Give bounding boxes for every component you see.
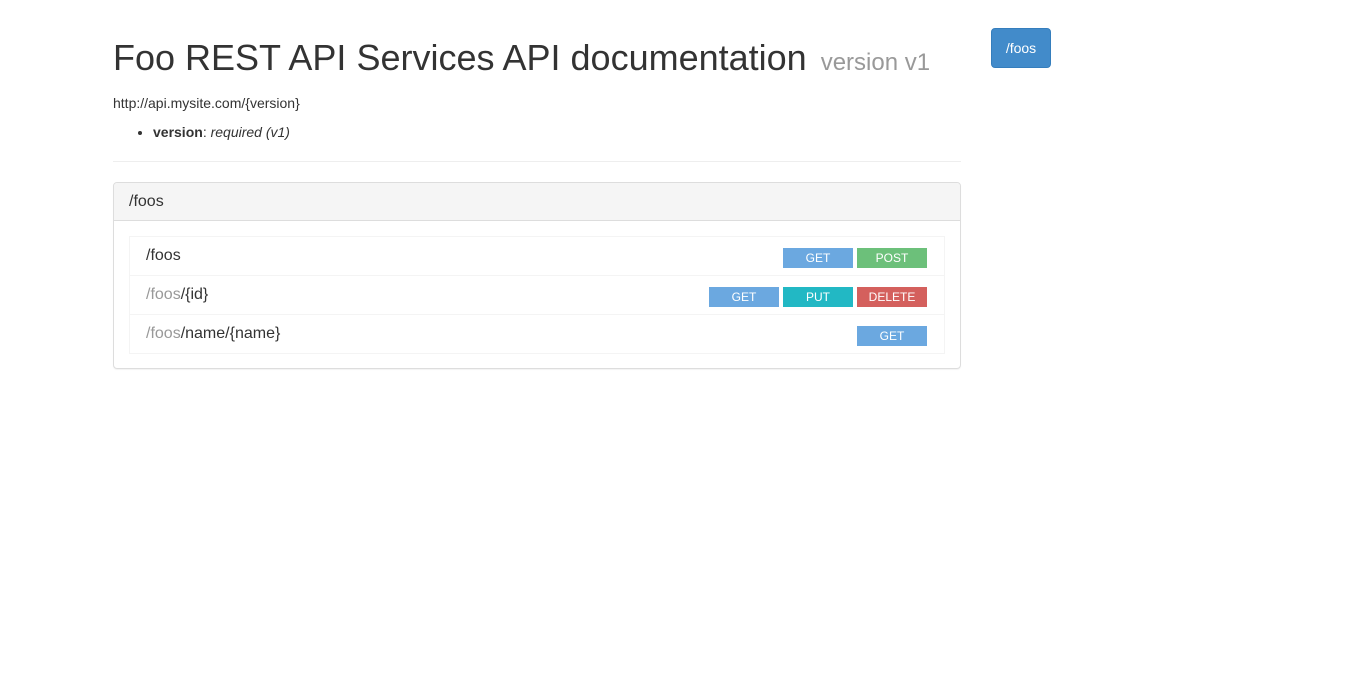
resource-panel: /foos /foos GET POST /foos/{id} GET PUT … xyxy=(113,182,961,369)
resource-list: /foos GET POST /foos/{id} GET PUT DELETE xyxy=(114,221,960,368)
put-method-button[interactable]: PUT xyxy=(783,287,853,307)
param-description: required (v1) xyxy=(210,124,290,140)
param-item: version: required (v1) xyxy=(153,122,961,142)
main-content: Foo REST API Services API documentation … xyxy=(113,0,961,369)
method-buttons: GET xyxy=(857,326,927,346)
post-method-button[interactable]: POST xyxy=(857,248,927,268)
delete-method-button[interactable]: DELETE xyxy=(857,287,927,307)
get-method-button[interactable]: GET xyxy=(783,248,853,268)
param-name: version xyxy=(153,124,203,140)
resource-relative-path: /name/{name} xyxy=(180,325,281,342)
get-method-button[interactable]: GET xyxy=(709,287,779,307)
resource-row-foos: /foos GET POST xyxy=(129,236,945,276)
page-title-text: Foo REST API Services API documentation xyxy=(113,37,807,78)
resource-parent-path: /foos xyxy=(146,286,181,303)
base-uri-params: version: required (v1) xyxy=(113,122,961,142)
resource-relative-path: /{id} xyxy=(180,286,209,303)
resource-parent-path: /foos xyxy=(146,325,181,342)
divider xyxy=(113,161,961,162)
resource-relative-path: /foos xyxy=(146,247,181,264)
base-uri: http://api.mysite.com/{version} xyxy=(113,95,300,111)
nav-foos-button[interactable]: /foos xyxy=(991,28,1051,68)
resource-path: /foos/{id} xyxy=(146,286,208,304)
page: Foo REST API Services API documentation … xyxy=(0,0,1366,673)
resource-panel-heading: /foos xyxy=(114,183,960,221)
version-label: version v1 xyxy=(820,49,931,76)
resource-path: /foos xyxy=(146,247,181,265)
method-buttons: GET POST xyxy=(783,248,927,268)
get-method-button[interactable]: GET xyxy=(857,326,927,346)
method-buttons: GET PUT DELETE xyxy=(709,287,927,307)
page-title: Foo REST API Services API documentation … xyxy=(113,0,961,85)
resource-row-foos-id: /foos/{id} GET PUT DELETE xyxy=(129,276,945,315)
resource-row-foos-name: /foos/name/{name} GET xyxy=(129,315,945,354)
resource-path: /foos/name/{name} xyxy=(146,325,280,343)
